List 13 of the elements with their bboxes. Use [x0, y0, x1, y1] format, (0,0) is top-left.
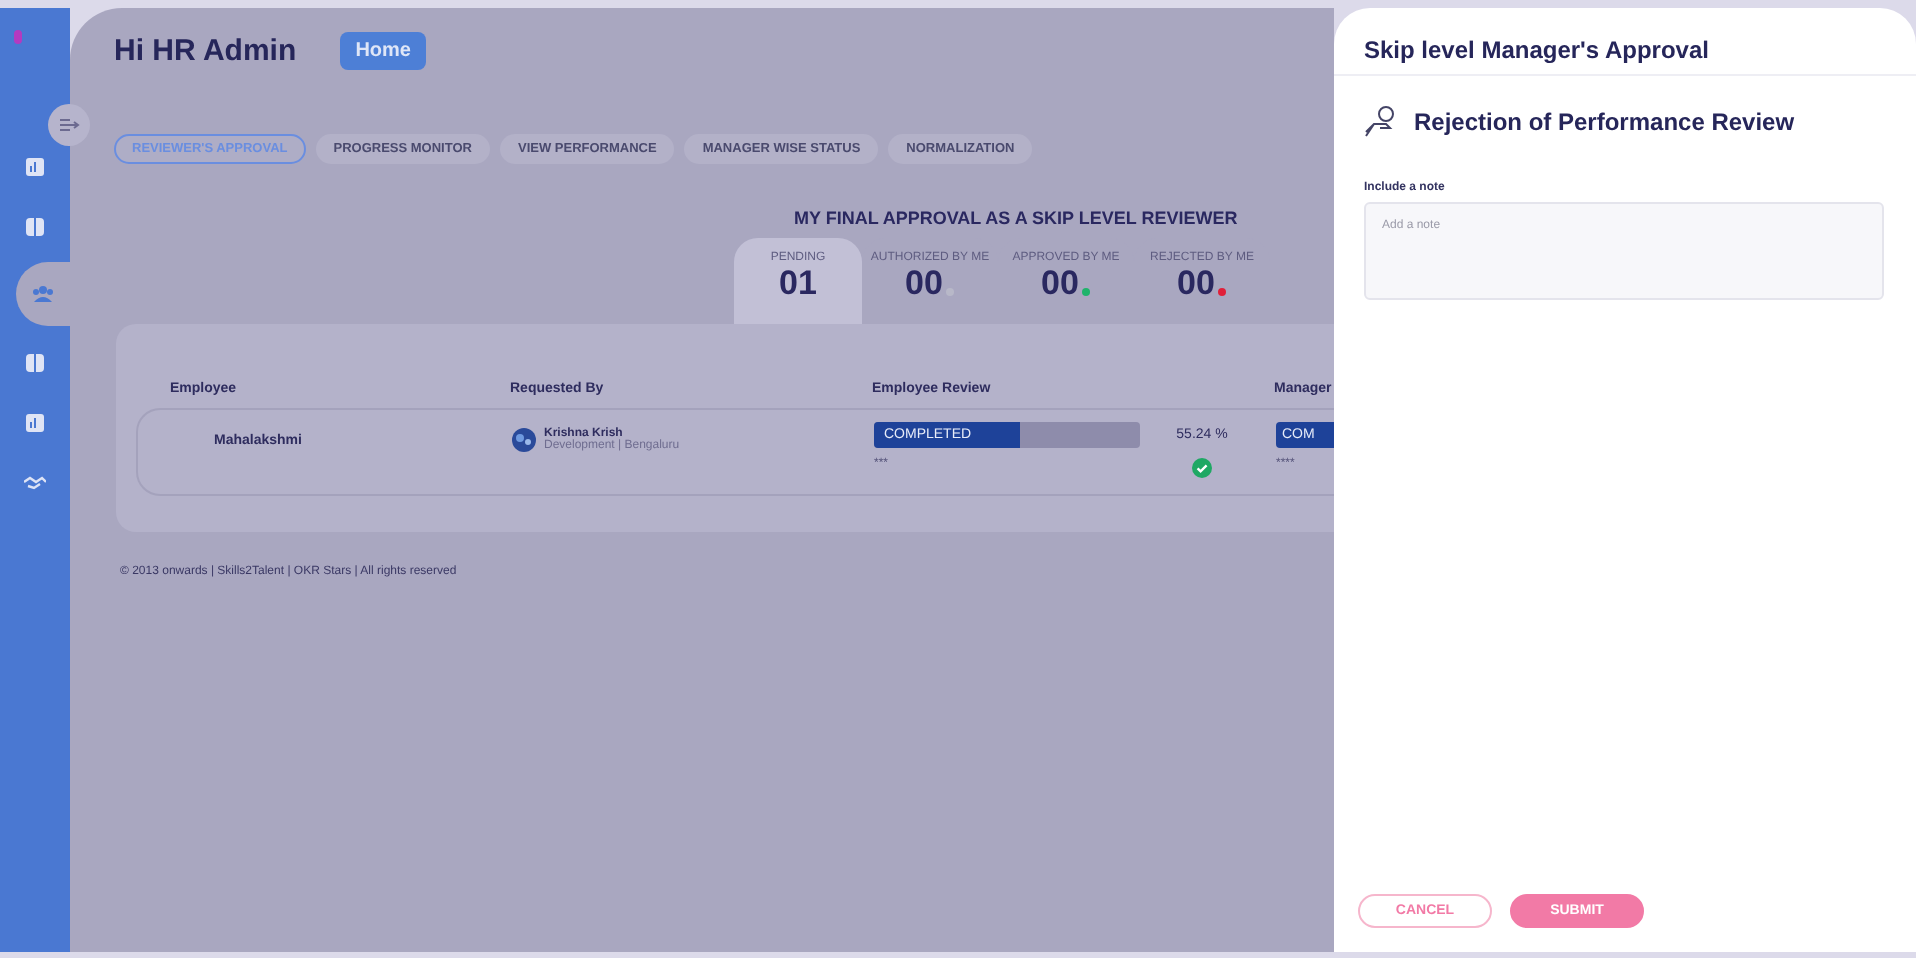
greeting-title: Hi HR Admin: [114, 34, 297, 68]
sidebar-item[interactable]: [16, 262, 70, 326]
book-icon: [26, 353, 44, 371]
drawer-heading: Rejection of Performance Review: [1414, 107, 1795, 135]
summary-title: MY FINAL APPROVAL AS A SKIP LEVEL REVIEWER: [794, 208, 1238, 228]
book-icon: [26, 217, 44, 235]
chart-icon: [26, 413, 44, 431]
drawer-title: Skip level Manager's Approval: [1334, 8, 1916, 76]
home-button[interactable]: Home: [340, 32, 427, 70]
chart-icon: [26, 157, 44, 175]
people-icon: [32, 286, 54, 302]
collapse-icon: [59, 118, 79, 132]
avatar-icon: [512, 428, 536, 452]
